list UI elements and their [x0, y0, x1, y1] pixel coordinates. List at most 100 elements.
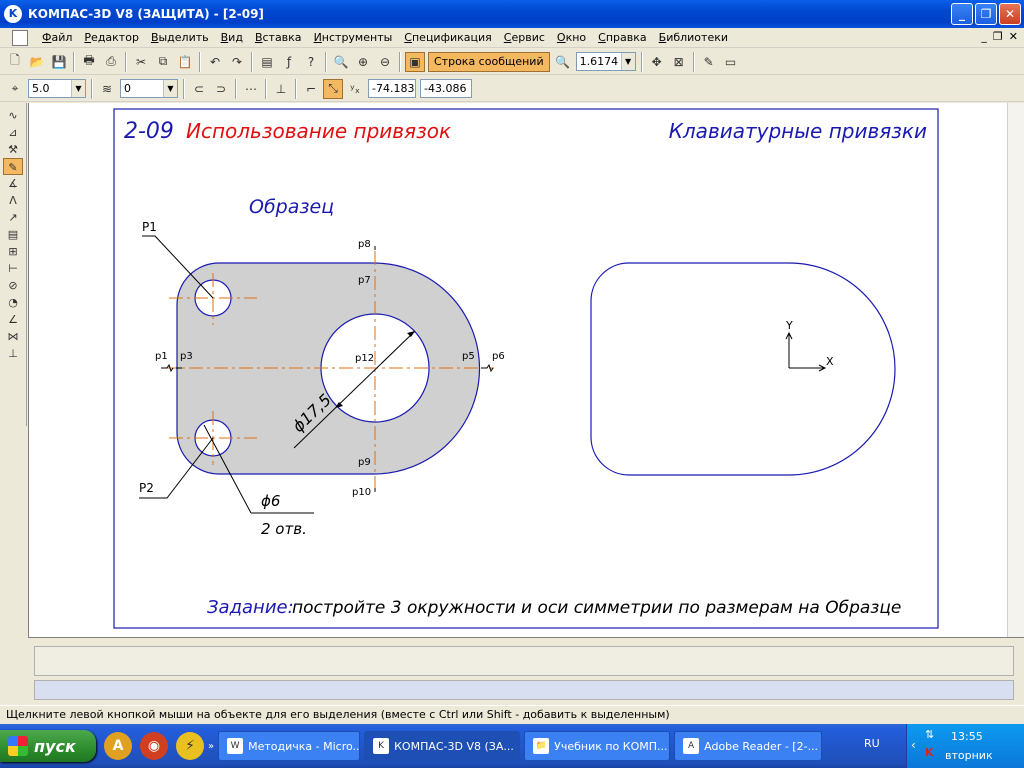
redo-icon[interactable]: ↷ — [227, 52, 247, 72]
measure-tool-icon[interactable]: Λ — [3, 192, 23, 209]
radius-dim-icon[interactable]: ◔ — [3, 294, 23, 311]
regenerate-icon[interactable]: ✎ — [699, 52, 719, 72]
spec-tool-icon[interactable]: ▤ — [3, 226, 23, 243]
menu-window[interactable]: Окно — [551, 31, 592, 44]
task-word[interactable]: W Методичка - Micro... — [218, 731, 361, 761]
grid-icon[interactable]: ⋯ — [241, 79, 261, 99]
start-button[interactable]: пуск — [0, 730, 96, 762]
tray-antivirus-icon[interactable]: K — [925, 746, 934, 759]
task-folder[interactable]: 📁 Учебник по КОМП... — [524, 731, 671, 761]
leader-p1-label: P1 — [142, 220, 157, 234]
variables-icon[interactable]: ƒ — [279, 52, 299, 72]
coord-y-field[interactable]: -43.086 — [420, 79, 472, 98]
step-dropdown-icon[interactable]: ▼ — [71, 80, 85, 97]
local-cs-icon[interactable]: ⊥ — [271, 79, 291, 99]
current-state-toolbar: ⌖ 5.0 ▼ ≋ 0 ▼ ⊂ ⊃ ⋯ ⊥ ⌐ ⤡ ʸₓ -74.183 -43… — [0, 76, 1024, 102]
coord-x-field[interactable]: -74.183 — [368, 79, 416, 98]
context-help-icon[interactable]: ? — [301, 52, 321, 72]
snap-settings-icon[interactable]: ⊃ — [211, 79, 231, 99]
linear-dim-icon[interactable]: ⊢ — [3, 260, 23, 277]
menu-libraries[interactable]: Библиотеки — [653, 31, 734, 44]
menu-select[interactable]: Выделить — [145, 31, 215, 44]
show-all-icon[interactable]: ⊠ — [669, 52, 689, 72]
angle-dim-icon[interactable]: ∠ — [3, 311, 23, 328]
base-icon[interactable]: ⊥ — [3, 345, 23, 362]
menu-help[interactable]: Справка — [592, 31, 652, 44]
doc-close-button[interactable]: ✕ — [1009, 30, 1018, 43]
menu-insert[interactable]: Вставка — [249, 31, 308, 44]
quicklaunch-lightning-icon[interactable]: ⚡ — [176, 732, 204, 760]
holes-note: 2 отв. — [261, 520, 307, 538]
task-part-outline — [590, 262, 896, 476]
display-icon[interactable]: ▭ — [721, 52, 741, 72]
undo-icon[interactable]: ↶ — [205, 52, 225, 72]
parametrization-tool-icon[interactable]: ∡ — [3, 175, 23, 192]
doc-minimize-button[interactable]: _ — [981, 30, 987, 43]
new-document-icon[interactable]: 🗋 — [5, 52, 25, 72]
clock-time[interactable]: 13:55 — [951, 730, 983, 743]
menu-service[interactable]: Сервис — [498, 31, 551, 44]
layer-dropdown-icon[interactable]: ▼ — [163, 80, 177, 97]
zoom-window-icon[interactable]: 🔍 — [331, 52, 351, 72]
doc-restore-button[interactable]: ❐ — [993, 30, 1003, 43]
diameter-dim-icon[interactable]: ⊘ — [3, 277, 23, 294]
zoom-dropdown-icon[interactable]: ▼ — [620, 53, 635, 70]
print-icon[interactable]: 🖶 — [79, 52, 99, 72]
paste-icon[interactable]: 📋 — [175, 52, 195, 72]
ortho-icon[interactable]: ⌐ — [301, 79, 321, 99]
cut-icon[interactable]: ✂ — [131, 52, 151, 72]
layer-field[interactable]: 0 ▼ — [120, 79, 178, 98]
print-preview-icon[interactable]: ⎙ — [101, 52, 121, 72]
manager-icon[interactable]: ▤ — [257, 52, 277, 72]
language-indicator[interactable]: RU — [864, 737, 880, 750]
point-p12-label: p12 — [355, 353, 374, 364]
menu-view[interactable]: Вид — [215, 31, 249, 44]
word-icon: W — [227, 738, 244, 754]
cursor-snap-icon[interactable]: ⤡ — [323, 78, 343, 99]
copy-icon[interactable]: ⧉ — [153, 52, 173, 72]
minimize-button[interactable]: _ — [951, 3, 973, 25]
document-icon[interactable] — [12, 29, 28, 46]
task-text: постройте 3 окружности и оси симметрии п… — [292, 598, 901, 618]
drawing-subtitle: Клавиатурные привязки — [669, 119, 927, 143]
zoom-in-icon[interactable]: ⊕ — [353, 52, 373, 72]
kompas-app-icon[interactable]: K — [4, 5, 22, 23]
message-area — [34, 646, 1014, 676]
pan-icon[interactable]: ✥ — [647, 52, 667, 72]
edit-tool-icon[interactable]: ✎ — [3, 158, 23, 175]
layer-icon: ≋ — [101, 81, 113, 96]
message-line-button[interactable]: Строка сообщений — [428, 51, 550, 72]
dimensions-tool-icon[interactable]: ⊿ — [3, 124, 23, 141]
task-kompas-label: КОМПАС-3D V8 (ЗА... — [394, 739, 514, 753]
status-bar: Щелкните левой кнопкой мыши на объекте д… — [0, 705, 1024, 724]
quicklaunch-autocad-icon[interactable]: A — [104, 732, 132, 760]
snap-magnet-icon[interactable]: ⊂ — [189, 79, 209, 99]
open-icon[interactable]: 📂 — [27, 52, 47, 72]
zoom-value-field[interactable]: 1.6174 ▼ — [575, 52, 636, 71]
restore-button[interactable]: ❐ — [975, 3, 997, 25]
geometry-tool-icon[interactable]: ∿ — [3, 107, 23, 124]
quicklaunch-more-icon[interactable]: » — [208, 741, 214, 752]
tray-network-icon[interactable]: ⇅ — [925, 728, 934, 741]
save-icon[interactable]: 💾 — [49, 52, 69, 72]
menu-file[interactable]: Файл — [36, 31, 78, 44]
menu-editor[interactable]: Редактор — [78, 31, 145, 44]
roughness-icon[interactable]: ⋈ — [3, 328, 23, 345]
task-kompas[interactable]: K КОМПАС-3D V8 (ЗА... — [364, 731, 521, 761]
select-tool-icon[interactable]: ↗ — [3, 209, 23, 226]
tray-expand-icon[interactable]: ‹ — [911, 738, 916, 752]
reports-tool-icon[interactable]: ⊞ — [3, 243, 23, 260]
quicklaunch-opera-icon[interactable]: ◉ — [140, 732, 168, 760]
zoom-out-icon[interactable]: ⊖ — [375, 52, 395, 72]
message-line-icon[interactable]: ▣ — [405, 51, 425, 72]
menu-tools[interactable]: Инструменты — [308, 31, 399, 44]
step-field[interactable]: 5.0 ▼ — [28, 79, 86, 98]
step-icon: ⌖ — [11, 81, 19, 95]
designations-tool-icon[interactable]: ⚒ — [3, 141, 23, 158]
drawing-canvas[interactable]: 2-09 Использование привязок Клавиатурные… — [28, 103, 1024, 637]
task-adobe[interactable]: A Adobe Reader - [2-... — [674, 731, 823, 761]
folder-icon: 📁 — [533, 738, 550, 754]
menu-specification[interactable]: Спецификация — [398, 31, 497, 44]
close-button[interactable]: ✕ — [999, 3, 1021, 25]
vertical-scrollbar[interactable] — [1007, 103, 1024, 637]
